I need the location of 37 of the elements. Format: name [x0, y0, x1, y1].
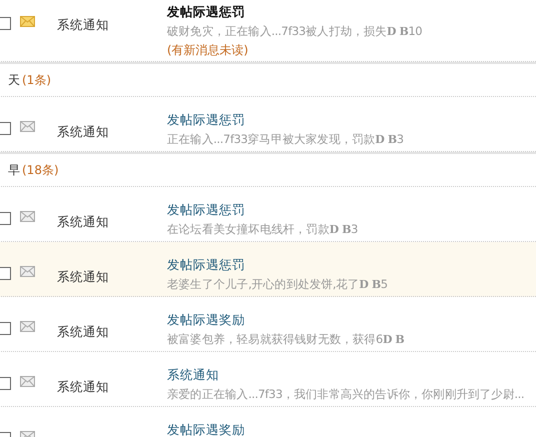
message-summary: 被富婆包养，轻易就获得钱财无数，获得6D B [167, 332, 404, 347]
sender-name: 系统通知 [57, 124, 110, 141]
message-title[interactable]: 系统通知 [167, 367, 524, 384]
message-title[interactable]: 发帖际遇惩罚 [167, 257, 388, 274]
group-count: (1条) [22, 72, 51, 88]
group-label: 早 [8, 162, 20, 178]
envelope-icon [20, 376, 35, 387]
message-title[interactable]: 发帖际遇奖励 [167, 312, 404, 329]
envelope-icon [20, 121, 35, 132]
checkbox[interactable] [0, 212, 11, 225]
checkbox[interactable] [0, 322, 11, 335]
envelope-icon [20, 16, 35, 27]
checkbox[interactable] [0, 377, 11, 390]
envelope-icon [20, 321, 35, 332]
sender-name: 系统通知 [57, 214, 110, 231]
envelope-icon [20, 266, 35, 277]
message-title[interactable]: 发帖际遇奖励 [167, 422, 245, 437]
checkbox[interactable] [0, 267, 11, 280]
message-summary: 正在输入...7f33穿马甲被大家发现，罚款D B3 [167, 132, 404, 147]
sender-name: 系统通知 [57, 17, 110, 34]
unread-note: (有新消息未读) [167, 42, 250, 59]
checkbox[interactable] [0, 17, 11, 30]
group-label: 天 [8, 72, 20, 88]
message-row[interactable]: 系统通知 发帖际遇惩罚 老婆生了个儿子,开心的到处发饼,花了D B5 [0, 242, 536, 297]
envelope-icon [20, 211, 35, 222]
group-count: (18条) [22, 162, 59, 178]
message-title[interactable]: 发帖际遇惩罚 [167, 4, 422, 21]
message-summary: 老婆生了个儿子,开心的到处发饼,花了D B5 [167, 277, 388, 292]
checkbox[interactable] [0, 122, 11, 135]
sender-name: 系统通知 [57, 379, 110, 396]
message-title[interactable]: 发帖际遇惩罚 [167, 202, 358, 219]
message-summary: 破财免灾，正在输入...7f33被人打劫，损失D B10 [167, 24, 422, 39]
message-summary: 亲爱的正在输入...7f33，我们非常高兴的告诉你，你刚刚升到了少尉... [167, 387, 524, 402]
message-summary: 在论坛看美女撞坏电线杆，罚款D B3 [167, 222, 358, 237]
sender-name: 系统通知 [57, 269, 110, 286]
message-title[interactable]: 发帖际遇惩罚 [167, 112, 404, 129]
sender-name: 系统通知 [57, 324, 110, 341]
